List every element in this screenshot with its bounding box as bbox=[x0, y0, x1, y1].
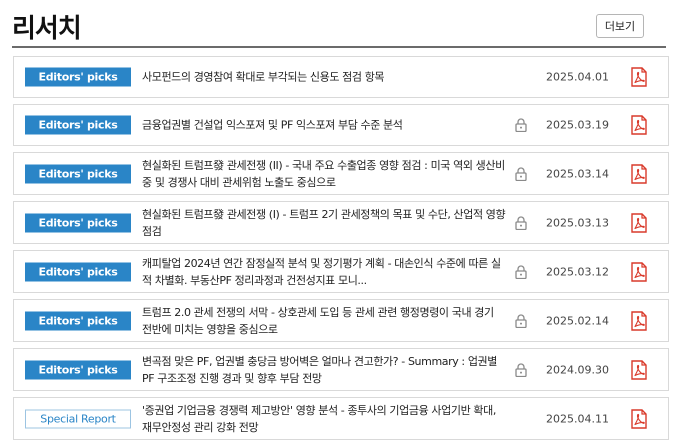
page-header: 리서치 더보기 bbox=[0, 0, 680, 50]
editors-picks-badge: Editors' picks bbox=[25, 311, 131, 330]
pdf-icon[interactable] bbox=[630, 310, 648, 331]
lock-icon bbox=[515, 118, 527, 132]
pdf-icon[interactable] bbox=[630, 115, 648, 135]
more-button[interactable]: 더보기 bbox=[596, 14, 644, 38]
lock-icon bbox=[515, 264, 527, 279]
pdf-icon[interactable] bbox=[630, 67, 648, 87]
editors-picks-badge: Editors' picks bbox=[25, 262, 131, 281]
report-date: 2025.04.11 bbox=[546, 412, 609, 425]
report-row[interactable]: Editors' picks 현실화된 트럼프發 관세전쟁 (I) - 트럼프 2… bbox=[13, 201, 669, 244]
lock-icon bbox=[515, 313, 527, 328]
special-report-badge: Special Report bbox=[25, 409, 131, 428]
pdf-icon[interactable] bbox=[630, 261, 648, 282]
report-title-link[interactable]: 현실화된 트럼프發 관세전쟁 (I) - 트럼프 2기 관세정책의 목표 및 수… bbox=[142, 206, 506, 240]
report-row[interactable]: Editors' picks 금융업권별 건설업 익스포져 및 PF 익스포져 부… bbox=[13, 104, 669, 146]
report-date: 2025.03.14 bbox=[546, 167, 609, 180]
report-date: 2025.03.12 bbox=[546, 265, 609, 278]
editors-picks-badge: Editors' picks bbox=[25, 67, 131, 87]
report-row[interactable]: Editors' picks 트럼프 2.0 관세 전쟁의 서막 - 상호관세 도… bbox=[13, 299, 669, 342]
pdf-icon[interactable] bbox=[630, 212, 648, 233]
report-date: 2025.04.01 bbox=[546, 70, 609, 84]
report-row[interactable]: Editors' picks 사모펀드의 경영참여 확대로 부각되는 신용도 점검… bbox=[13, 56, 669, 98]
report-title-link[interactable]: 사모펀드의 경영참여 확대로 부각되는 신용도 점검 항목 bbox=[142, 69, 506, 86]
editors-picks-badge: Editors' picks bbox=[25, 164, 131, 183]
editors-picks-badge: Editors' picks bbox=[25, 115, 131, 135]
page-title: 리서치 bbox=[12, 14, 82, 44]
lock-icon bbox=[515, 215, 527, 230]
report-row[interactable]: Special Report '증권업 기업금융 경쟁력 제고방안' 영향 분석 … bbox=[13, 397, 669, 440]
pdf-icon[interactable] bbox=[630, 163, 648, 184]
report-date: 2025.02.14 bbox=[546, 314, 609, 327]
report-title-link[interactable]: 현실화된 트럼프發 관세전쟁 (II) - 국내 주요 수출업종 영향 점검 :… bbox=[142, 157, 506, 191]
report-row[interactable]: Editors' picks 현실화된 트럼프發 관세전쟁 (II) - 국내 주… bbox=[13, 152, 669, 195]
pdf-icon[interactable] bbox=[630, 359, 648, 380]
editors-picks-badge: Editors' picks bbox=[25, 360, 131, 379]
pdf-icon[interactable] bbox=[630, 408, 648, 429]
report-date: 2025.03.13 bbox=[546, 216, 609, 229]
report-row[interactable]: Editors' picks 캐피탈업 2024년 연간 잠정실적 분석 및 정기… bbox=[13, 250, 669, 293]
report-title-link[interactable]: 금융업권별 건설업 익스포져 및 PF 익스포져 부담 수준 분석 bbox=[142, 117, 506, 134]
report-date: 2025.03.19 bbox=[546, 118, 609, 132]
lock-icon bbox=[515, 362, 527, 377]
lock-icon bbox=[515, 166, 527, 181]
report-title-link[interactable]: 변곡점 맞은 PF, 업권별 충당금 방어벽은 얼마나 견고한가? - Summ… bbox=[142, 353, 506, 387]
report-title-link[interactable]: 캐피탈업 2024년 연간 잠정실적 분석 및 정기평가 계획 - 대손인식 수… bbox=[142, 255, 506, 289]
report-title-link[interactable]: 트럼프 2.0 관세 전쟁의 서막 - 상호관세 도입 등 관세 관련 행정명령… bbox=[142, 304, 506, 338]
header-divider bbox=[12, 46, 666, 48]
editors-picks-badge: Editors' picks bbox=[25, 213, 131, 232]
report-row[interactable]: Editors' picks 변곡점 맞은 PF, 업권별 충당금 방어벽은 얼마… bbox=[13, 348, 669, 391]
report-list: Editors' picks 사모펀드의 경영참여 확대로 부각되는 신용도 점검… bbox=[13, 56, 669, 440]
report-title-link[interactable]: '증권업 기업금융 경쟁력 제고방안' 영향 분석 - 종투사의 기업금융 사업… bbox=[142, 402, 506, 436]
report-date: 2024.09.30 bbox=[546, 363, 609, 376]
